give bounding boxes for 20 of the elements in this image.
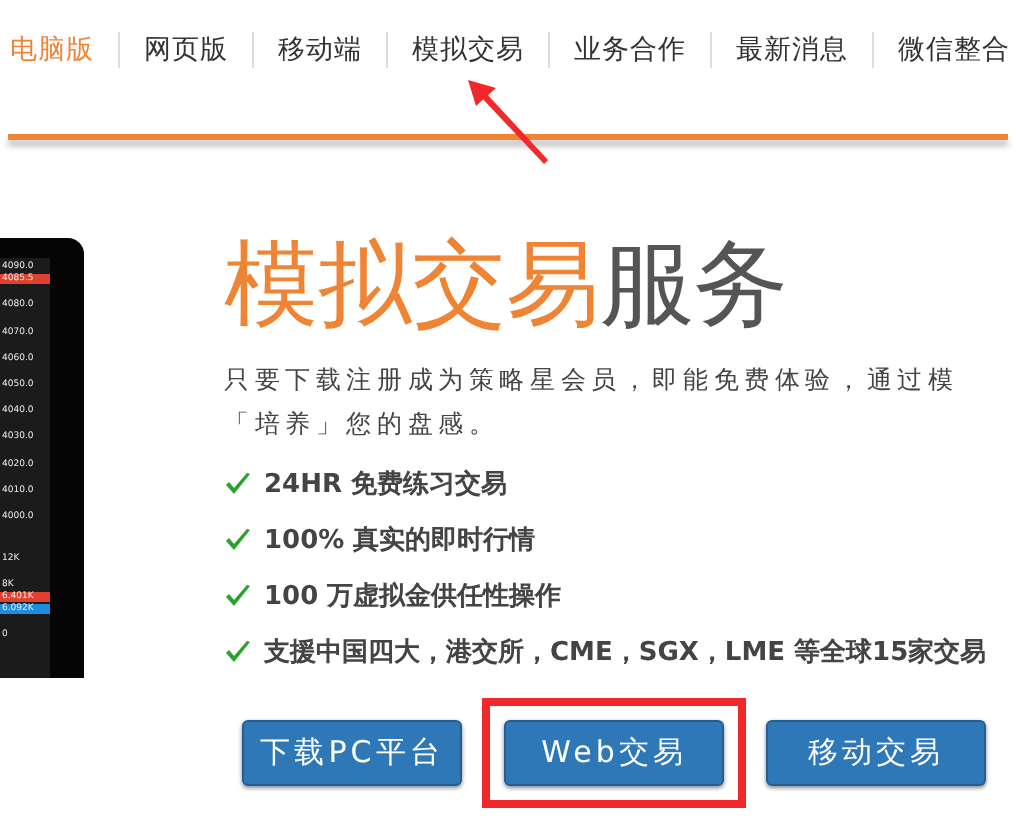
nav-link[interactable]: 模拟交易 xyxy=(412,32,524,68)
nav-link[interactable]: 网页版 xyxy=(144,32,228,68)
check-icon xyxy=(224,472,252,496)
nav-link[interactable]: 最新消息 xyxy=(736,32,848,68)
feature-text: 支援中国四大，港交所，CME，SGX，LME 等全球15家交易 xyxy=(264,635,987,670)
nav-link[interactable]: 微信整合 xyxy=(898,32,1010,68)
check-icon xyxy=(224,640,252,664)
action-button[interactable]: Web交易 xyxy=(504,720,724,786)
check-icon xyxy=(224,584,252,608)
nav-link[interactable]: 业务合作 xyxy=(574,32,686,68)
check-icon xyxy=(224,528,252,552)
feature-text: 24HR 免费练习交易 xyxy=(264,467,508,502)
feature-text: 100 万虚拟金供任性操作 xyxy=(264,579,562,614)
page-title: 模拟交易服务 xyxy=(224,234,790,338)
nav-link[interactable]: 移动端 xyxy=(278,32,362,68)
action-button[interactable]: 移动交易 xyxy=(766,720,986,786)
intro-text: 「培养」您的盘感。 xyxy=(224,406,502,442)
intro-text: 只要下载注册成为策略星会员，即能免费体验，通过模 xyxy=(224,362,961,398)
action-button[interactable]: 下载PC平台 xyxy=(242,720,462,786)
feature-text: 100% 真实的即时行情 xyxy=(264,523,536,558)
